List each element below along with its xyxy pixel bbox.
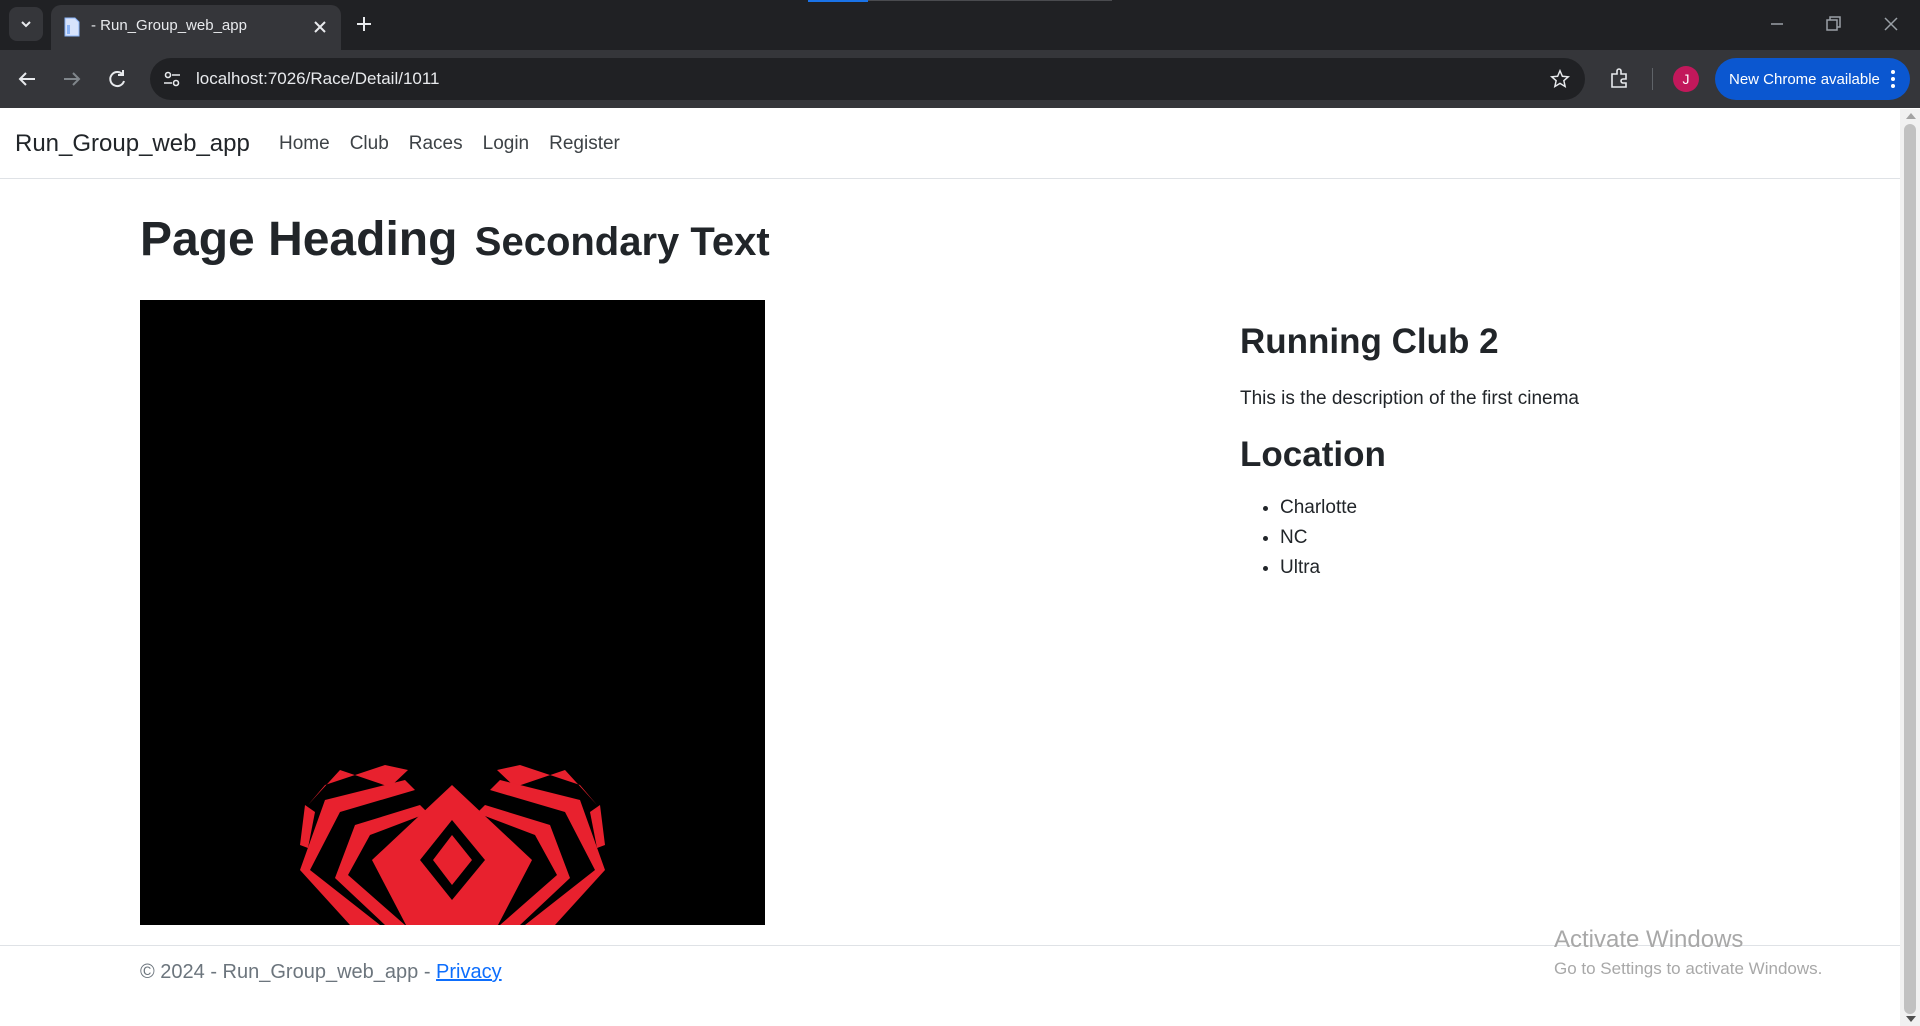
address-bar[interactable]: localhost:7026/Race/Detail/1011 <box>150 58 1585 100</box>
club-description: This is the description of the first cin… <box>1240 388 1579 409</box>
close-icon[interactable] <box>311 18 329 36</box>
site-footer: © 2024 - Run_Group_web_app - Privacy <box>0 945 1900 1026</box>
location-title: Location <box>1240 435 1386 474</box>
nav-link-races[interactable]: Races <box>399 133 473 155</box>
page-viewport: Run_Group_web_app Home Club Races Login … <box>0 109 1900 1026</box>
footer-text: © 2024 - Run_Group_web_app - Privacy <box>140 961 502 984</box>
back-icon[interactable] <box>13 65 41 93</box>
browser-tab-strip: - Run_Group_web_app <box>0 0 1920 50</box>
club-title: Running Club 2 <box>1240 322 1499 361</box>
browser-toolbar: localhost:7026/Race/Detail/1011 J New Ch… <box>0 50 1920 108</box>
scroll-down-arrow-icon[interactable] <box>1906 1016 1916 1022</box>
more-vertical-icon[interactable] <box>1890 69 1896 89</box>
browser-tab[interactable]: - Run_Group_web_app <box>51 5 341 50</box>
nav-links: Home Club Races Login Register <box>269 133 630 155</box>
page-title: Page Heading Secondary Text <box>140 212 770 267</box>
nav-link-register[interactable]: Register <box>539 133 630 155</box>
page-heading-text: Page Heading <box>140 213 458 266</box>
profile-avatar[interactable]: J <box>1673 66 1699 92</box>
toolbar-separator <box>1652 68 1653 90</box>
privacy-link[interactable]: Privacy <box>436 961 502 983</box>
footer-copyright: © 2024 - Run_Group_web_app - <box>140 961 437 983</box>
scrollbar-thumb[interactable] <box>1904 124 1916 1014</box>
scroll-up-arrow-icon[interactable] <box>1906 113 1916 119</box>
page-secondary-text: Secondary Text <box>474 220 770 264</box>
tab-list-icon <box>21 21 31 28</box>
location-state: NC <box>1280 523 1357 553</box>
tab-strip-accent <box>808 0 868 2</box>
nav-link-login[interactable]: Login <box>473 133 540 155</box>
location-city: Charlotte <box>1280 493 1357 523</box>
tab-strip-line <box>868 0 1112 1</box>
star-icon[interactable] <box>1549 68 1571 90</box>
extensions-icon[interactable] <box>1607 65 1633 91</box>
update-chrome-button[interactable]: New Chrome available <box>1715 58 1910 100</box>
url-text: localhost:7026/Race/Detail/1011 <box>196 69 440 88</box>
plus-icon[interactable] <box>352 12 376 36</box>
navbar-brand[interactable]: Run_Group_web_app <box>15 130 250 158</box>
nav-link-club[interactable]: Club <box>340 133 399 155</box>
location-list: Charlotte NC Ultra <box>1240 493 1357 583</box>
windows-activation-subtitle: Go to Settings to activate Windows. <box>1554 959 1823 978</box>
location-race-type: Ultra <box>1280 553 1357 583</box>
race-image <box>140 300 765 925</box>
minimize-icon[interactable] <box>1765 12 1789 36</box>
forward-icon[interactable] <box>58 65 86 93</box>
windows-activation-title: Activate Windows <box>1554 926 1744 953</box>
tab-title: - Run_Group_web_app <box>91 17 247 34</box>
spider-logo-icon <box>300 765 605 925</box>
update-chrome-label: New Chrome available <box>1729 70 1880 88</box>
window-close-icon[interactable] <box>1879 12 1903 36</box>
restore-icon[interactable] <box>1821 12 1845 36</box>
nav-link-home[interactable]: Home <box>269 133 340 155</box>
page-favicon-icon <box>64 17 80 37</box>
site-info-icon[interactable] <box>160 67 184 91</box>
site-navbar: Run_Group_web_app Home Club Races Login … <box>0 109 1900 179</box>
tab-list-button[interactable] <box>9 7 43 41</box>
reload-icon[interactable] <box>103 65 131 93</box>
